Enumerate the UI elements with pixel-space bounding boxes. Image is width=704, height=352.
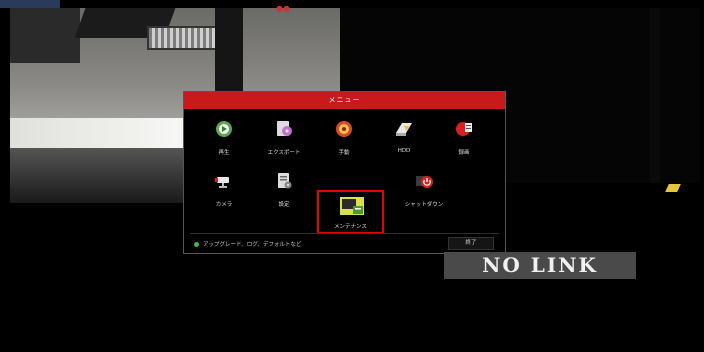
- status-text: アップグレード、ログ、デフォルトなど: [203, 242, 302, 248]
- menu-item-maintenance[interactable]: メンテナンス: [317, 190, 384, 234]
- record-icon: [456, 122, 472, 136]
- no-link-label: NO LINK: [444, 252, 636, 279]
- status-hint: アップグレード、ログ、デフォルトなど: [194, 240, 301, 248]
- menu-item-camera[interactable]: カメラ: [194, 166, 254, 216]
- hdd-icon: [396, 123, 412, 136]
- menu-item-label: 再生: [218, 150, 230, 156]
- exit-button[interactable]: 終了: [448, 237, 494, 250]
- main-menu-dialog: メニュー 再生 エクスポート 手動 HDD 録画 カメラ 設定 メンテナンス シ…: [183, 91, 506, 254]
- status-indicator-icon: [194, 242, 199, 247]
- recording-indicator: ●●: [276, 4, 290, 13]
- top-bar: [0, 0, 704, 8]
- channel-marker-icon: [665, 184, 681, 192]
- manual-icon: [336, 121, 352, 137]
- export-icon: [277, 121, 292, 136]
- menu-item-label: カメラ: [215, 202, 233, 208]
- menu-item-playback[interactable]: 再生: [194, 114, 254, 164]
- menu-title: メニュー: [184, 92, 505, 109]
- menu-item-manual[interactable]: 手動: [314, 114, 374, 164]
- menu-item-configuration[interactable]: 設定: [254, 166, 314, 216]
- menu-item-label: メンテナンス: [334, 224, 367, 230]
- menu-item-shutdown[interactable]: シャットダウン: [394, 166, 454, 216]
- menu-item-label: 設定: [278, 202, 290, 208]
- shutdown-icon: [416, 176, 433, 188]
- menu-item-label: 録画: [458, 150, 470, 156]
- menu-footer-divider: [190, 233, 499, 234]
- feed-sign: [147, 26, 221, 50]
- menu-item-record[interactable]: 録画: [434, 114, 494, 164]
- menu-item-label: シャットダウン: [404, 202, 444, 208]
- menu-item-label: エクスポート: [267, 150, 301, 156]
- menu-item-export[interactable]: エクスポート: [254, 114, 314, 164]
- menu-item-label: 手動: [338, 150, 350, 156]
- maintenance-icon: [340, 197, 364, 215]
- camera-icon: [215, 177, 229, 188]
- playback-icon: [216, 121, 232, 137]
- top-bar-artifact: [0, 0, 60, 8]
- configuration-icon: [278, 173, 292, 189]
- menu-item-hdd[interactable]: HDD: [374, 114, 434, 164]
- menu-item-label: HDD: [397, 148, 411, 154]
